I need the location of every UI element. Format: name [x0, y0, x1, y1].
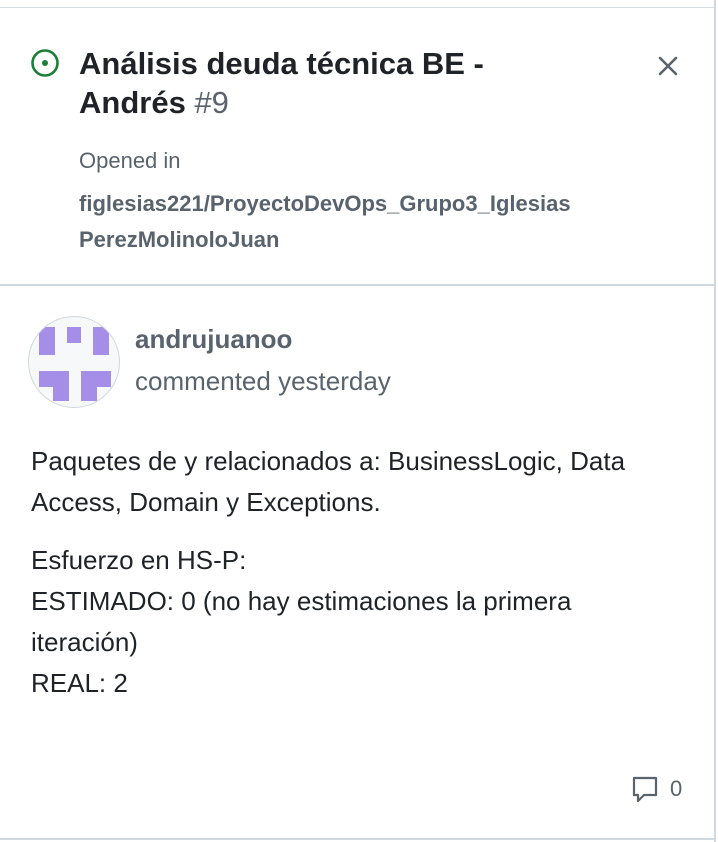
- issue-number: #9: [194, 85, 229, 120]
- close-button[interactable]: [650, 48, 686, 84]
- comment: andrujuanoo commented yesterday Paquetes…: [0, 286, 714, 840]
- comments-count-button[interactable]: 0: [630, 774, 682, 804]
- issue-open-icon: [31, 49, 59, 77]
- comment-author[interactable]: andrujuanoo: [135, 324, 292, 355]
- comment-icon: [632, 776, 658, 803]
- issue-title[interactable]: Análisis deuda técnica BE - Andrés #9: [79, 44, 579, 122]
- comments-count: 0: [670, 776, 683, 801]
- comment-paragraph: Paquetes de y relacionados a: BusinessLo…: [31, 446, 626, 517]
- effort-line: ESTIMADO: 0 (no hay estimaciones la prim…: [31, 586, 572, 657]
- issue-header: Análisis deuda técnica BE - Andrés #9 Op…: [0, 8, 714, 286]
- comment-body: Paquetes de y relacionados a: BusinessLo…: [31, 441, 671, 704]
- effort-line: REAL: 2: [31, 668, 128, 698]
- effort-line: Esfuerzo en HS-P:: [31, 545, 247, 575]
- repository-link[interactable]: figlesias221/ProyectoDevOps_Grupo3_Igles…: [79, 186, 579, 258]
- opened-in-label: Opened in: [79, 148, 181, 173]
- effort-block: Esfuerzo en HS-P: ESTIMADO: 0 (no hay es…: [31, 540, 671, 704]
- identicon-avatar-icon: [39, 327, 111, 401]
- comment-timestamp: commented yesterday: [135, 366, 391, 396]
- issue-title-text: Análisis deuda técnica BE - Andrés: [79, 46, 484, 120]
- avatar[interactable]: [28, 316, 120, 408]
- issue-side-panel: Análisis deuda técnica BE - Andrés #9 Op…: [0, 0, 716, 842]
- close-icon: [658, 56, 678, 76]
